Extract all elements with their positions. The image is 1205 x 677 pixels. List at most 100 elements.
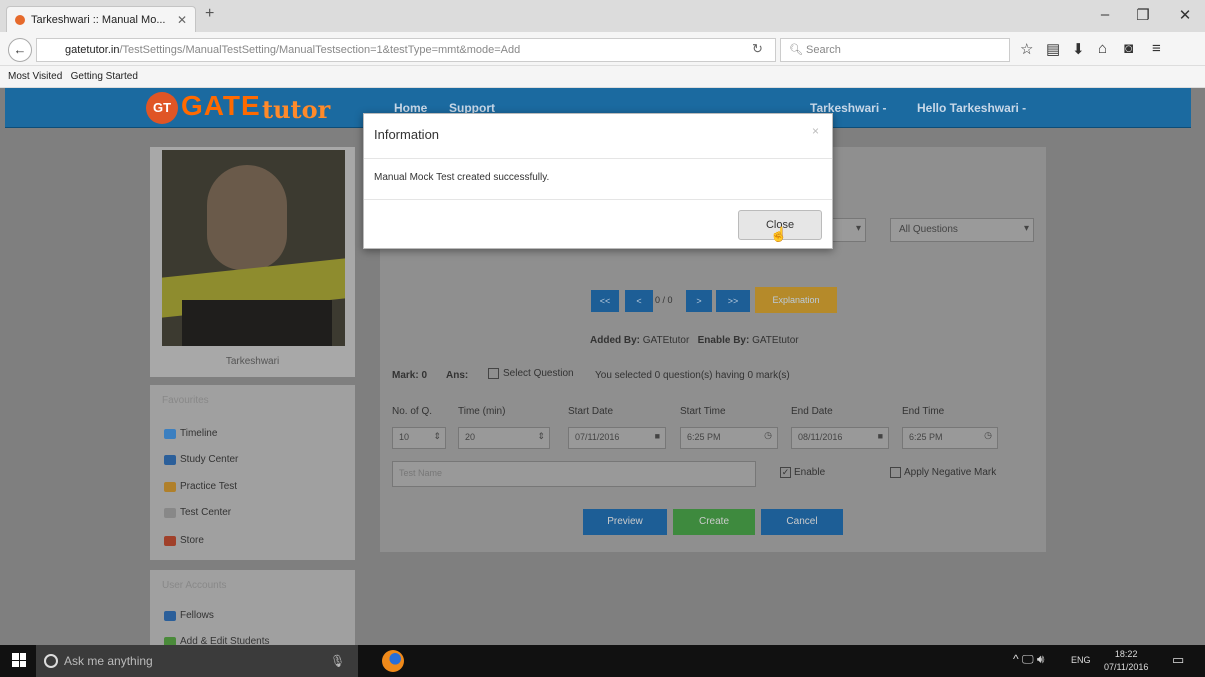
bookmark-most-visited[interactable]: Most Visited [8,71,62,82]
modal-close-icon[interactable]: × [812,124,819,138]
bookmark-getting-started[interactable]: Getting Started [71,71,138,82]
fellows-icon [164,610,176,621]
added-by-label: Added By: [590,335,640,346]
negative-mark-checkbox[interactable]: Apply Negative Mark [890,467,996,478]
enable-checkbox[interactable]: ✓ Enable [780,467,825,478]
chevron-down-icon: ▾ [1023,223,1029,234]
preview-button[interactable]: Preview [583,509,667,535]
practice-test-icon [164,481,176,492]
start-time-field[interactable]: 6:25 PM ◷ [680,427,778,449]
profile-name: Tarkeshwari [225,356,280,367]
browser-search-input[interactable]: 🔍︎ Search [780,38,1010,62]
bookmarks-bar: Most Visited Getting Started [0,66,1205,88]
windows-start-icon[interactable] [12,653,26,667]
favourites-title: Favourites [162,395,209,406]
user-accounts-title: User Accounts [162,580,227,591]
search-placeholder: Search [806,44,841,56]
modal-divider [364,158,832,159]
calendar-icon[interactable]: ■ [655,431,660,441]
end-date-value: 08/11/2016 [798,432,843,442]
sidebar-item-timeline[interactable]: Timeline [164,428,217,439]
explanation-button[interactable]: Explanation [755,287,837,313]
browser-tab[interactable]: Tarkeshwari :: Manual Mo... ✕ [6,6,196,32]
pocket-icon[interactable]: ◙ [1124,40,1133,57]
close-window-icon[interactable]: ✕ [1170,6,1200,24]
first-page-button[interactable]: << [591,290,619,312]
taskbar-clock[interactable]: 18:22 07/11/2016 [1104,648,1148,674]
end-time-field[interactable]: 6:25 PM ◷ [902,427,998,449]
language-indicator[interactable]: ENG [1071,655,1091,665]
modal-message: Manual Mock Test created successfully. [374,172,550,183]
minimize-icon[interactable]: – [1090,6,1120,23]
checkbox-checked-icon: ✓ [780,467,791,478]
menu-icon[interactable]: ≡ [1152,40,1161,57]
mark-text: Mark: 0 [392,370,428,381]
timeline-icon [164,428,176,439]
logo-badge: GT [146,92,178,124]
cancel-button[interactable]: Cancel [761,509,843,535]
reading-list-icon[interactable]: ▤ [1046,40,1060,58]
test-name-input[interactable]: Test Name [392,461,756,487]
address-bar[interactable]: gatetutor.in/TestSettings/ManualTestSett… [36,38,776,62]
time-value: 20 [465,432,476,442]
enable-label: Enable [794,467,826,478]
url-path: /TestSettings/ManualTestSetting/ManualTe… [119,44,521,56]
sidebar-item-practice-test[interactable]: Practice Test [164,481,237,492]
end-time-label: End Time [902,406,945,417]
select-question-checkbox[interactable]: Select Question [488,368,574,379]
enable-by-label: Enable By: [697,335,750,346]
added-by-value: GATEtutor [642,335,690,346]
download-icon[interactable]: ⬇ [1072,40,1085,58]
start-date-label: Start Date [568,406,614,417]
end-date-label: End Date [791,406,833,417]
time-stepper[interactable]: 20 ⇕ [458,427,550,449]
modal-divider [364,199,832,200]
modal-title: Information [374,127,440,142]
question-filter-select[interactable]: All Questions ▾ [890,218,1034,242]
back-button-icon[interactable]: ← [8,38,32,62]
test-center-icon [164,507,176,518]
sidebar-item-test-center[interactable]: Test Center [164,507,231,518]
calendar-icon[interactable]: ■ [878,431,883,441]
start-date-value: 07/11/2016 [575,432,620,442]
notification-icon[interactable]: ▭ [1172,652,1184,668]
create-button[interactable]: Create [673,509,755,535]
prev-page-button[interactable]: < [625,290,653,312]
next-page-button[interactable]: > [686,290,712,312]
sidebar-item-label: Fellows [180,610,214,621]
enable-by-value: GATEtutor [752,335,799,346]
start-date-field[interactable]: 07/11/2016 ■ [568,427,666,449]
time-label: Time (min) [458,406,506,417]
sidebar-item-label: Study Center [180,454,239,465]
no-of-q-label: No. of Q. [392,406,433,417]
sidebar-item-fellows[interactable]: Fellows [164,610,214,621]
microphone-icon[interactable]: 🎙︎ [330,645,345,677]
clock-date: 07/11/2016 [1104,662,1149,672]
url-host: gatetutor.in [65,44,120,56]
end-date-field[interactable]: 08/11/2016 ■ [791,427,889,449]
ans-text: Ans: [446,370,469,381]
added-by-line: Added By: GATEtutor Enable By: GATEtutor [590,335,799,346]
maximize-icon[interactable]: ❐ [1128,6,1158,24]
close-tab-icon[interactable]: ✕ [177,13,187,27]
reload-icon[interactable]: ↻ [752,41,763,57]
home-icon[interactable]: ⌂ [1098,40,1107,57]
new-tab-icon[interactable]: + [205,5,214,23]
cortana-search-box[interactable]: Ask me anything 🎙︎ [36,645,358,677]
selected-summary: You selected 0 question(s) having 0 mark… [595,370,790,381]
nav-hello-menu[interactable]: Hello Tarkeshwari - [917,101,1026,115]
cortana-search-text: Ask me anything [64,654,153,668]
sidebar-item-study-center[interactable]: Study Center [164,454,238,465]
clock-icon[interactable]: ◷ [764,430,772,441]
sidebar-item-store[interactable]: Store [164,535,204,546]
tray-icons[interactable]: ^ 🖵︎ 🔊︎ [1013,652,1044,667]
clock-icon[interactable]: ◷ [984,430,992,441]
last-page-button[interactable]: >> [716,290,750,312]
no-of-q-value: 10 [399,432,410,442]
profile-clothes [182,300,332,346]
no-of-q-stepper[interactable]: 10 ⇕ [392,427,446,449]
hand-cursor-icon: ☝ [770,226,788,242]
bookmark-star-icon[interactable]: ☆ [1020,40,1033,58]
sidebar-item-label: Test Center [180,507,232,518]
firefox-taskbar-icon[interactable] [382,650,404,672]
